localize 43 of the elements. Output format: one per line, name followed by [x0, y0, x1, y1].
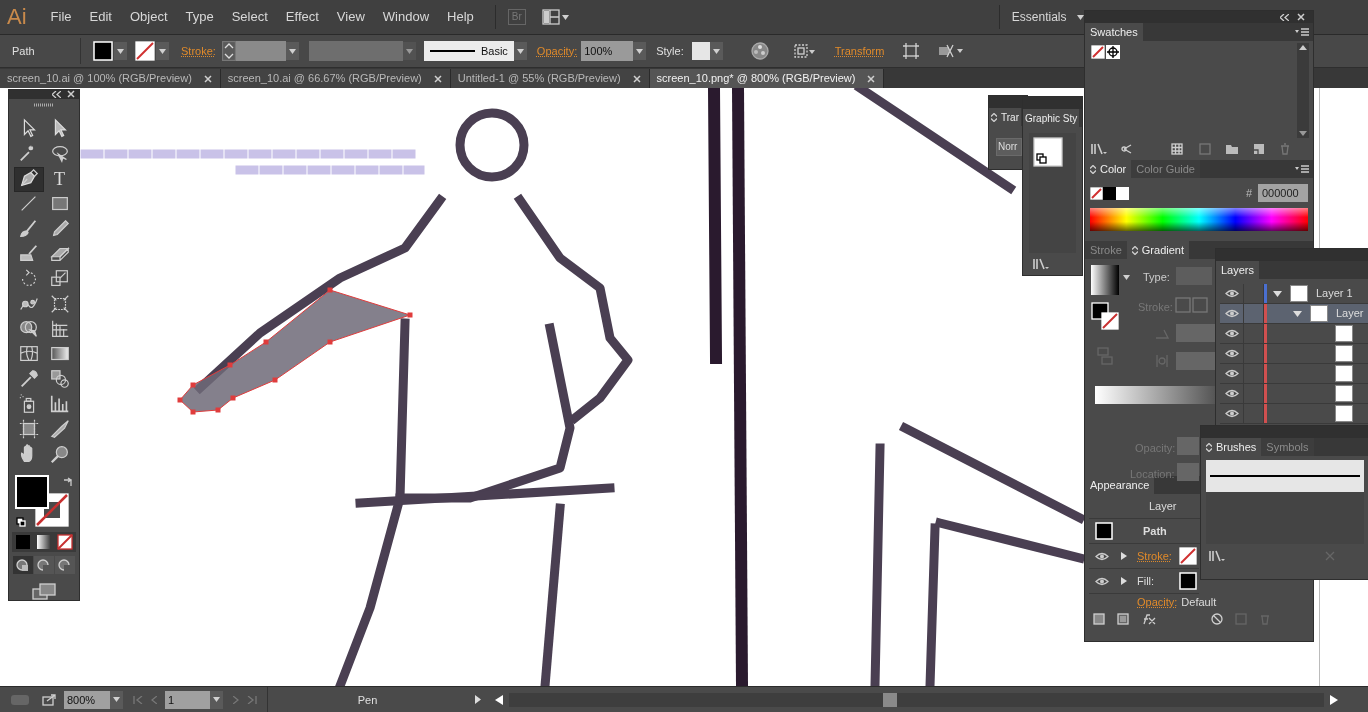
transform-link[interactable]: Transform [834, 42, 885, 60]
type-label: Type: [1143, 270, 1170, 285]
hex-label: # [1245, 185, 1252, 201]
document-tab[interactable]: screen_10.ai @ 100% (RGB/Preview) [0, 69, 221, 88]
opacity-label[interactable]: Opacity: [536, 42, 578, 60]
appearance-row[interactable]: Fill: [1089, 569, 1199, 594]
layer-row[interactable]: Layer [1220, 304, 1368, 324]
workspace-switcher[interactable]: Essentials [1007, 8, 1088, 26]
app-logo: Ai [6, 6, 28, 28]
opacity-field[interactable]: 100% [581, 41, 634, 61]
panel-tab[interactable]: Layers [1216, 261, 1260, 279]
document-tab[interactable]: screen_10.png* @ 800% (RGB/Preview) [649, 69, 885, 88]
tool-button[interactable]: T [44, 166, 75, 192]
object-label: Path [1143, 523, 1167, 539]
panel-tab[interactable]: Brushes [1201, 438, 1262, 456]
panel-tab[interactable]: Color [1085, 160, 1132, 178]
panel-tab[interactable]: Graphic Sty [1023, 109, 1080, 127]
artboard-field[interactable]: 1 [165, 690, 210, 709]
menu-item[interactable]: Object [120, 3, 177, 31]
document-tab[interactable]: screen_10.ai @ 66.67% (RGB/Preview) [220, 69, 451, 88]
panel-tab[interactable]: Trar [989, 108, 1021, 126]
document-tab[interactable]: Untitled-1 @ 55% (RGB/Preview) [450, 69, 650, 88]
panel-tab[interactable]: Gradient [1126, 241, 1189, 259]
menu-item[interactable]: File [41, 3, 81, 31]
menu-item[interactable]: Help [438, 3, 483, 31]
menu-item[interactable]: Edit [80, 3, 121, 31]
menu-item[interactable]: Effect [276, 3, 328, 31]
menu-item[interactable]: View [327, 3, 374, 31]
hex-field[interactable]: 000000 [1258, 184, 1308, 202]
style-label: Style: [656, 43, 684, 59]
opacity-value: Default [1181, 594, 1217, 610]
menu-item[interactable]: Window [373, 3, 439, 31]
panel-tab[interactable]: Swatches [1085, 23, 1143, 41]
target-label: Layer [1149, 498, 1177, 514]
stroke-label[interactable]: Stroke: [181, 42, 216, 60]
brush-field[interactable]: Basic [423, 41, 514, 61]
current-tool-label: Pen [267, 686, 467, 712]
zoom-field[interactable]: 800% [64, 690, 110, 709]
menu-item[interactable]: Select [222, 3, 277, 31]
blend-mode-field[interactable]: Norr [996, 138, 1022, 156]
panel-tab[interactable]: Appearance [1085, 476, 1155, 494]
selection-type-label: Path [11, 43, 36, 59]
menu-item[interactable]: Type [176, 3, 223, 31]
